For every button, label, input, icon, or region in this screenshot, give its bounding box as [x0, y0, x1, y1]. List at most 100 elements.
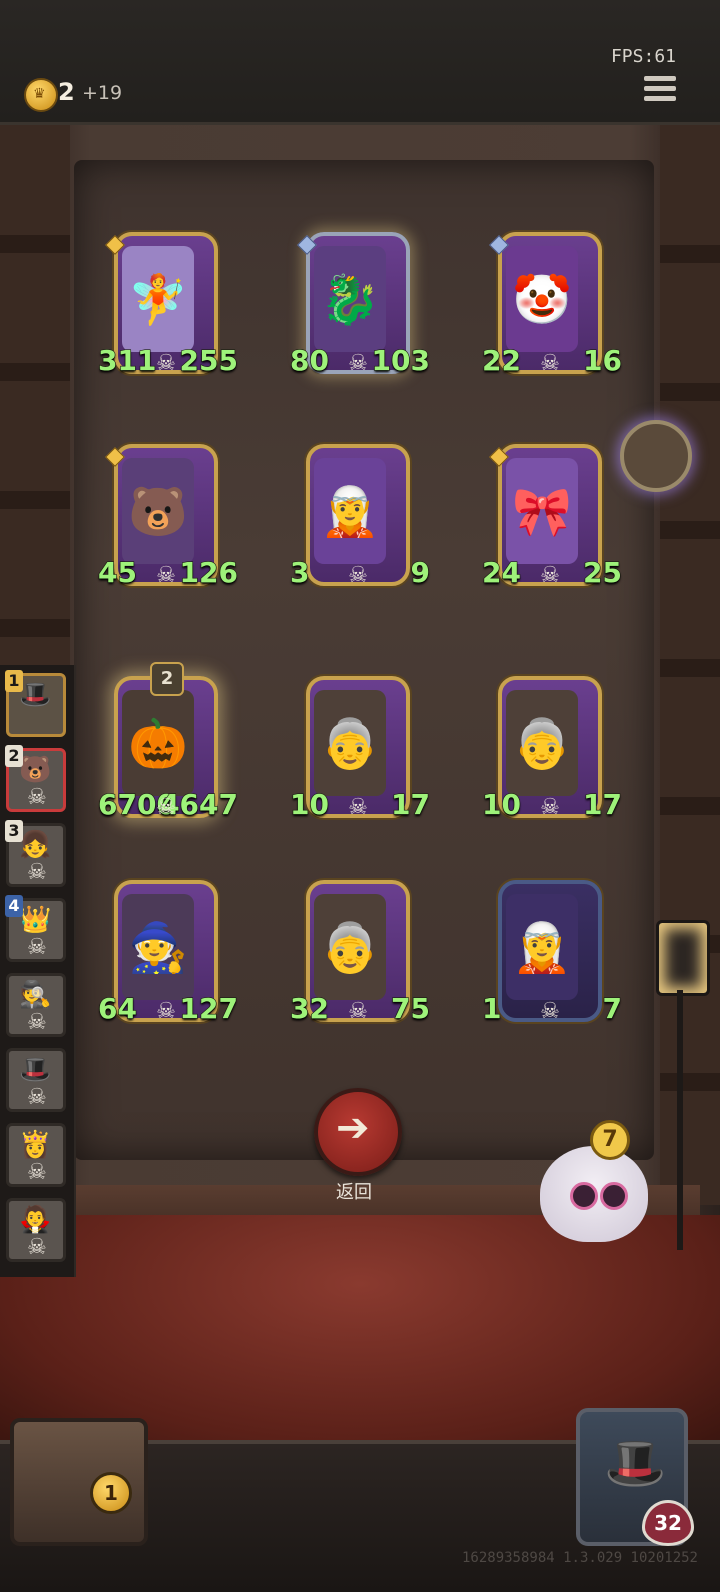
attack-value: 64: [97, 991, 138, 1032]
minion-portrait-icon: 🐻: [122, 458, 194, 564]
mascot-eye-icon: [570, 1182, 598, 1210]
skull-icon: ☠: [348, 563, 368, 588]
minion-portrait-icon: 👵: [506, 690, 578, 796]
back-button[interactable]: ➔: [314, 1088, 402, 1176]
skull-icon: ☠: [540, 999, 560, 1024]
opponent-item[interactable]: 👧 ☠ 3: [5, 820, 66, 887]
attack-value: 311: [97, 343, 157, 384]
attack-value: 45: [97, 555, 138, 596]
attack-value: 3: [289, 555, 329, 596]
minion-card[interactable]: 👵 32 75 ☠: [289, 880, 431, 1032]
skull-icon: ☠: [27, 1160, 47, 1185]
skull-icon: ☠: [156, 999, 176, 1024]
health-value: 103: [371, 343, 431, 384]
health-value: 25: [582, 555, 623, 596]
opponent-face-icon: 👸: [19, 1130, 52, 1160]
pocket-watch-icon[interactable]: [620, 420, 692, 492]
opponent-rank: 3: [5, 820, 23, 842]
opponent-rank: 1: [5, 670, 23, 692]
health-value: 75: [390, 991, 431, 1032]
skull-icon: ☠: [27, 1010, 47, 1035]
health-value: 17: [582, 787, 623, 828]
skull-icon: ☠: [348, 351, 368, 376]
street-lamp: [650, 900, 710, 1260]
opponent-face-icon: 👧: [19, 830, 52, 860]
skull-icon: ☠: [540, 795, 560, 820]
attack-value: 10: [289, 787, 330, 828]
opponent-face-icon: 🎩: [19, 1055, 52, 1085]
minion-card[interactable]: 🐉 80 103 ☠: [289, 232, 431, 384]
attack-value: 22: [481, 343, 522, 384]
minion-portrait-icon: 🧚: [122, 246, 194, 352]
mascot-eye-icon: [600, 1182, 628, 1210]
lamp-pole: [677, 990, 683, 1250]
minion-portrait-icon: 🎀: [506, 458, 578, 564]
mascot-muffin[interactable]: 7: [530, 1120, 658, 1250]
opponent-item[interactable]: 🐻 ☠ 2: [5, 745, 66, 812]
opponent-item[interactable]: 🧛 ☠: [6, 1198, 66, 1262]
opponent-rank: 4: [5, 895, 23, 917]
health-value: 127: [179, 991, 239, 1032]
opponent-face-icon: 🎩: [19, 680, 52, 710]
minion-card[interactable]: 🧝 3 9 ☠: [289, 444, 431, 596]
minion-card[interactable]: 🎀 24 25 ☠: [481, 444, 623, 596]
skull-icon: ☠: [156, 351, 176, 376]
fps-counter: FPS:61: [610, 46, 676, 67]
minion-card[interactable]: 🧙 64 127 ☠: [97, 880, 239, 1032]
opponent-item[interactable]: 🕵 ☠: [6, 973, 66, 1037]
chest-count: 1: [90, 1472, 132, 1514]
health-value: 9: [389, 555, 431, 596]
skull-icon: ☠: [156, 563, 176, 588]
skull-icon: ☠: [540, 563, 560, 588]
skull-icon: ☠: [27, 860, 47, 885]
treasure-chest[interactable]: 1: [10, 1418, 148, 1546]
skull-icon: ☠: [27, 1085, 47, 1110]
gold-coin-icon: ♛: [24, 78, 58, 112]
health-value: 17: [390, 787, 431, 828]
opponent-item[interactable]: 👸 ☠: [6, 1123, 66, 1187]
minion-card[interactable]: 👵 10 17 ☠: [481, 676, 623, 828]
lamp-light: [656, 920, 710, 996]
gold-count: 2: [58, 78, 75, 106]
opponent-rank: 2: [5, 745, 23, 767]
minion-card[interactable]: 👵 10 17 ☠: [289, 676, 431, 828]
minion-portrait-icon: 🧝: [506, 894, 578, 1000]
minion-portrait-icon: 🎃: [122, 690, 194, 796]
attack-value: 1: [481, 991, 521, 1032]
hero-health: 32: [642, 1500, 694, 1546]
minion-card[interactable]: 🤡 22 16 ☠: [481, 232, 623, 384]
skull-icon: ☠: [27, 935, 47, 960]
minion-card[interactable]: 🐻 45 126 ☠: [97, 444, 239, 596]
skull-icon: ☠: [27, 1235, 47, 1260]
minion-card[interactable]: 🧝 1 7 ☠: [481, 880, 623, 1032]
opponent-face-icon: 🐻: [19, 755, 52, 785]
opponent-item[interactable]: 🎩 ☠: [6, 1048, 66, 1112]
minion-portrait-icon: 🧝: [314, 458, 386, 564]
minion-portrait-icon: 🧙: [122, 894, 194, 1000]
minion-portrait-icon: 👵: [314, 690, 386, 796]
hero-face-icon: 🎩: [604, 1434, 667, 1492]
mascot-badge: 7: [590, 1120, 630, 1160]
skull-icon: ☠: [348, 999, 368, 1024]
menu-icon[interactable]: [644, 76, 676, 104]
attack-value: 24: [481, 555, 522, 596]
minion-portrait-icon: 🐉: [314, 246, 386, 352]
tier-badge: 2: [150, 662, 184, 696]
minion-card[interactable]: 🎃 2 6700 4647 ☠: [97, 662, 239, 828]
skull-icon: ☠: [156, 795, 176, 820]
attack-value: 10: [481, 787, 522, 828]
health-value: 7: [581, 991, 623, 1032]
opponent-item[interactable]: 🎩 1: [5, 670, 66, 737]
opponent-face-icon: 👑: [19, 905, 52, 935]
skull-icon: ☠: [348, 795, 368, 820]
minion-card[interactable]: 🧚 311 255 ☠: [97, 232, 239, 384]
health-value: 16: [582, 343, 623, 384]
skull-icon: ☠: [27, 785, 47, 810]
attack-value: 80: [289, 343, 330, 384]
opponent-list: 🎩 1 🐻 ☠ 2 👧 ☠ 3 👑 ☠ 4 🕵 ☠ 🎩 ☠ 👸 ☠ 🧛 ☠: [0, 665, 76, 1277]
opponent-item[interactable]: 👑 ☠ 4: [5, 895, 66, 962]
health-value: 126: [179, 555, 239, 596]
opponent-face-icon: 🧛: [19, 1205, 52, 1235]
arrow-left-icon: ➔: [336, 1105, 370, 1151]
gold-income: +19: [82, 82, 123, 104]
